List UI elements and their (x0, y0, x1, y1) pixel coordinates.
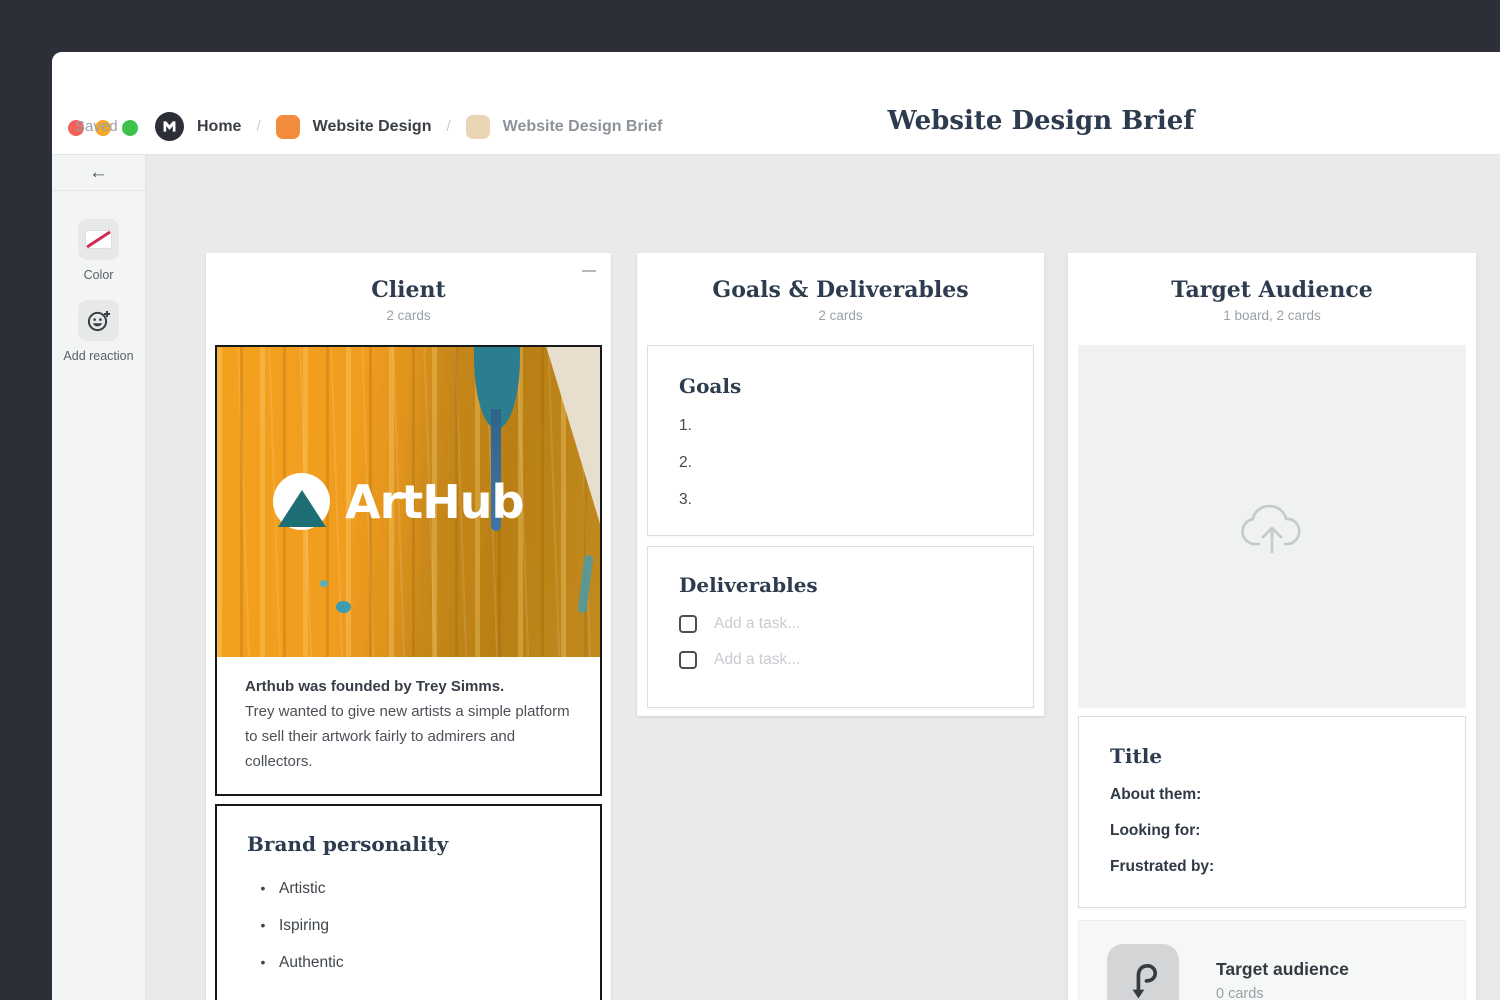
card-heading: Deliverables (679, 573, 1002, 597)
arthub-mountain-icon (273, 473, 330, 530)
note-heading: Arthub was founded by Trey Simms. (245, 674, 572, 699)
client-image-card[interactable]: ArtHub Arthub was founded by Trey Simms.… (215, 345, 602, 796)
board-item-title: Target audience (1216, 959, 1349, 980)
board-icon-website-design-brief[interactable] (466, 115, 490, 139)
bullet-icon: • (247, 954, 279, 970)
column-card-count: 2 cards (206, 308, 611, 323)
column-client: Client 2 cards (206, 253, 611, 1000)
add-reaction-label: Add reaction (63, 349, 133, 363)
column-title[interactable]: Client (206, 277, 611, 303)
save-status: Saved (75, 118, 118, 135)
color-button[interactable] (78, 219, 119, 260)
breadcrumb-website-design[interactable]: Website Design (313, 118, 432, 136)
milanote-logo-icon[interactable] (155, 112, 184, 141)
column-card-count: 2 cards (637, 308, 1044, 323)
column-goals-header: Goals & Deliverables 2 cards (637, 253, 1044, 345)
list-item[interactable]: 2. (679, 454, 1002, 472)
card-heading: Brand personality (247, 832, 570, 856)
note-body: Trey wanted to give new artists a simple… (245, 699, 572, 774)
toolbar-sidebar: ← Color (52, 155, 146, 1000)
column-client-header: Client 2 cards (206, 253, 611, 345)
collapse-column-icon[interactable] (582, 270, 596, 272)
color-tool: Color (52, 219, 145, 282)
no-color-icon (85, 230, 112, 249)
image-upload-placeholder[interactable] (1078, 345, 1466, 708)
card-heading: Title (1110, 744, 1434, 768)
page-title: Website Design Brief (888, 106, 1195, 136)
task-row: Add a task... (679, 615, 1002, 633)
persona-field: Frustrated by: (1110, 858, 1434, 876)
column-title[interactable]: Goals & Deliverables (637, 277, 1044, 303)
task-input-placeholder[interactable]: Add a task... (714, 651, 800, 669)
color-label: Color (84, 268, 114, 282)
reaction-tool: Add reaction (52, 300, 145, 363)
bullet-icon: • (247, 917, 279, 933)
arthub-wordmark: ArtHub (345, 475, 523, 529)
breadcrumb-website-design-brief[interactable]: Website Design Brief (503, 118, 663, 136)
column-title[interactable]: Target Audience (1068, 277, 1476, 303)
list-item[interactable]: 3. (679, 491, 1002, 509)
board-icon-website-design[interactable] (276, 115, 300, 139)
smiley-plus-icon (86, 308, 112, 334)
numbered-list: 1. 2. 3. (679, 417, 1002, 509)
brand-bullet-list: • Artistic • Ispiring • Authentic (247, 880, 570, 972)
board-item-text: Target audience 0 cards (1216, 959, 1349, 1000)
add-reaction-button[interactable] (78, 300, 119, 341)
brand-personality-card[interactable]: Brand personality • Artistic • Ispiring … (215, 804, 602, 1000)
app-window: Home / Website Design / Website Design B… (52, 52, 1500, 1000)
list-item: • Ispiring (247, 917, 570, 935)
column-card-count: 1 board, 2 cards (1068, 308, 1476, 323)
teal-paint-dot (336, 601, 351, 613)
target-audience-board-item[interactable]: Target audience 0 cards (1078, 920, 1466, 1000)
sub-board-icon (1107, 944, 1179, 1000)
column-audience-header: Target Audience 1 board, 2 cards (1068, 253, 1476, 345)
breadcrumb-separator: / (254, 118, 262, 135)
cloud-upload-icon (1237, 498, 1307, 556)
breadcrumb-home[interactable]: Home (197, 118, 241, 136)
task-input-placeholder[interactable]: Add a task... (714, 615, 800, 633)
card-heading: Goals (679, 374, 1002, 398)
task-checkbox[interactable] (679, 651, 697, 669)
persona-card[interactable]: Title About them: Looking for: Frustrate… (1078, 716, 1466, 908)
header: Home / Website Design / Website Design B… (52, 52, 1500, 155)
list-item[interactable]: 1. (679, 417, 1002, 435)
list-item: • Artistic (247, 880, 570, 898)
task-row: Add a task... (679, 651, 1002, 669)
persona-field: About them: (1110, 786, 1434, 804)
persona-field: Looking for: (1110, 822, 1434, 840)
back-button[interactable]: ← (52, 155, 145, 191)
column-target-audience: Target Audience 1 board, 2 cards Title A… (1068, 253, 1476, 1000)
task-checkbox[interactable] (679, 615, 697, 633)
back-arrow-icon: ← (89, 162, 108, 184)
bullet-icon: • (247, 880, 279, 896)
client-note-text[interactable]: Arthub was founded by Trey Simms. Trey w… (217, 657, 600, 794)
deliverables-card[interactable]: Deliverables Add a task... Add a task... (647, 546, 1034, 708)
arthub-logo: ArtHub (273, 473, 523, 530)
breadcrumb: Home / Website Design / Website Design B… (155, 112, 662, 141)
column-goals-deliverables: Goals & Deliverables 2 cards Goals 1. 2.… (637, 253, 1044, 716)
zoom-window-button[interactable] (122, 120, 138, 136)
board-item-count: 0 cards (1216, 986, 1349, 1000)
goals-card[interactable]: Goals 1. 2. 3. (647, 345, 1034, 536)
breadcrumb-separator: / (444, 118, 452, 135)
list-item: • Authentic (247, 954, 570, 972)
board-canvas[interactable]: Client 2 cards (146, 155, 1500, 1000)
arthub-brand-image: ArtHub (217, 347, 600, 657)
